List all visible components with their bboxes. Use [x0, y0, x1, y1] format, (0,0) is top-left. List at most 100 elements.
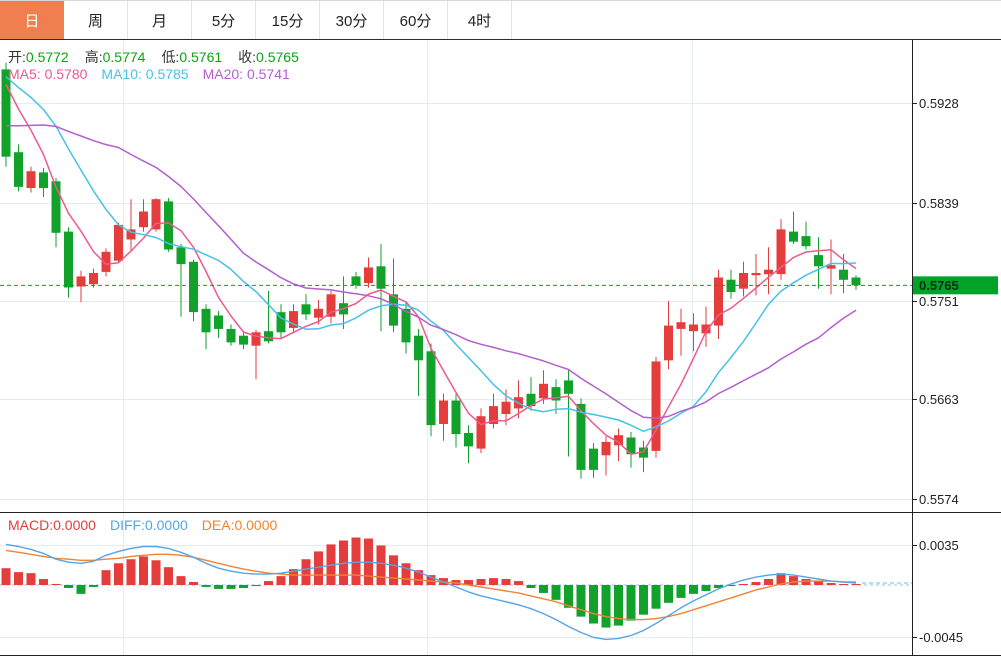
- macd-bar: [189, 582, 198, 585]
- macd-bar: [114, 563, 123, 585]
- close-label: 收:: [238, 49, 257, 65]
- candle-body: [664, 325, 673, 361]
- dea-label: DEA:: [201, 517, 235, 533]
- candle-body: [1, 69, 11, 157]
- candle-body: [14, 152, 23, 187]
- macd-bar: [39, 579, 48, 585]
- candle-body: [264, 331, 273, 342]
- macd-value: 0.0000: [53, 517, 96, 533]
- candle-body: [751, 273, 761, 276]
- price-axis-label: 0.5574: [919, 492, 959, 507]
- macd-bar: [64, 585, 73, 588]
- macd-bar: [589, 585, 598, 624]
- tab-5分[interactable]: 5分: [192, 1, 256, 39]
- macd-bar: [514, 581, 523, 585]
- tab-周[interactable]: 周: [64, 1, 128, 39]
- candle-body: [39, 172, 48, 189]
- macd-label: MACD:: [8, 517, 54, 533]
- price-axis-label: 0.5839: [919, 196, 959, 211]
- tab-30分[interactable]: 30分: [320, 1, 384, 39]
- candle-body: [326, 294, 336, 317]
- macd-bar: [576, 585, 586, 617]
- candle-body: [301, 304, 311, 315]
- candle-body: [539, 383, 548, 399]
- candle-body: [651, 361, 661, 451]
- ma5-label: MA5:: [8, 66, 41, 82]
- macd-bar: [26, 573, 36, 585]
- ohlc-readout: 开:0.5772 高:0.5774 低:0.5761 收:0.5765: [8, 47, 315, 67]
- macd-bar: [664, 585, 673, 603]
- ma10-value: 0.5785: [145, 66, 189, 82]
- diff-label: DIFF:: [109, 517, 145, 533]
- macd-bar: [226, 585, 236, 589]
- macd-axis-label: -0.0045: [919, 630, 963, 645]
- macd-bar: [789, 576, 798, 585]
- candle-body: [839, 269, 848, 280]
- candle-body: [564, 380, 573, 394]
- candle-body: [789, 231, 798, 242]
- candle-body: [51, 181, 61, 233]
- kline-chart-canvas[interactable]: 0.5928 0.5839 0.5751 0.5663 0.5574 0.0035 -0.0…: [0, 0, 1001, 657]
- candle-body: [151, 199, 161, 230]
- macd-bar: [626, 585, 636, 621]
- candle-body: [451, 400, 461, 435]
- macd-bar: [651, 585, 661, 609]
- close-value: 0.5765: [256, 49, 299, 65]
- candle-body: [764, 269, 773, 275]
- candle-body: [689, 324, 698, 332]
- low-label: 低:: [161, 49, 180, 65]
- macd-bar: [739, 583, 748, 585]
- diff-line: [5, 543, 857, 641]
- candle-body: [389, 294, 398, 326]
- macd-bar: [764, 579, 773, 585]
- macd-bar: [351, 537, 361, 585]
- candle-body: [464, 433, 473, 447]
- macd-bar: [14, 572, 23, 585]
- candle-body: [439, 400, 448, 424]
- ma10-label: MA10:: [101, 66, 142, 82]
- macd-bar: [489, 578, 498, 585]
- macd-bar: [551, 585, 561, 600]
- macd-bar: [851, 583, 861, 585]
- tab-日[interactable]: 日: [0, 1, 64, 39]
- ma5-value: 0.5780: [44, 66, 88, 82]
- macd-bar: [89, 585, 98, 587]
- low-value: 0.5761: [179, 49, 223, 65]
- candle-body: [726, 279, 736, 292]
- macd-bar: [301, 559, 311, 585]
- candle-body: [201, 308, 211, 333]
- candle-body: [239, 335, 248, 345]
- candle-body: [214, 315, 223, 329]
- tab-4时[interactable]: 4时: [448, 1, 512, 39]
- candle-body: [364, 267, 373, 284]
- macd-bar: [51, 583, 61, 585]
- macd-bar: [401, 563, 411, 585]
- high-value: 0.5774: [102, 49, 146, 65]
- tab-月[interactable]: 月: [128, 1, 192, 39]
- ma-readout: MA5: 0.5780 MA10: 0.5785 MA20: 0.5741: [8, 66, 304, 82]
- macd-bar: [276, 576, 286, 585]
- diff-value: 0.0000: [144, 517, 188, 533]
- candle-body: [801, 236, 811, 247]
- candle-body: [89, 273, 98, 285]
- macd-bar: [501, 579, 511, 585]
- macd-bar: [1, 568, 11, 585]
- high-label: 高:: [84, 49, 103, 65]
- macd-bar: [126, 559, 136, 585]
- macd-bar: [689, 585, 698, 594]
- macd-readout: MACD:0.0000 DIFF:0.0000 DEA:0.0000: [8, 517, 291, 533]
- macd-bar: [539, 585, 548, 593]
- macd-bar: [389, 555, 398, 585]
- price-axis-label: 0.5751: [919, 294, 959, 309]
- kline-app: 日周月 5分 15分 30分 60分 4时 0.5928 0.5839 0.5751 0.566…: [0, 0, 1001, 657]
- candle-body: [414, 335, 423, 361]
- tab-60分[interactable]: 60分: [384, 1, 448, 39]
- open-label: 开:: [8, 49, 26, 65]
- macd-bar: [839, 583, 848, 585]
- macd-bar: [214, 585, 223, 589]
- candle-body: [851, 277, 861, 286]
- candle-body: [676, 322, 686, 329]
- macd-bar: [376, 545, 386, 585]
- candle-body: [176, 247, 186, 265]
- tab-15分[interactable]: 15分: [256, 1, 320, 39]
